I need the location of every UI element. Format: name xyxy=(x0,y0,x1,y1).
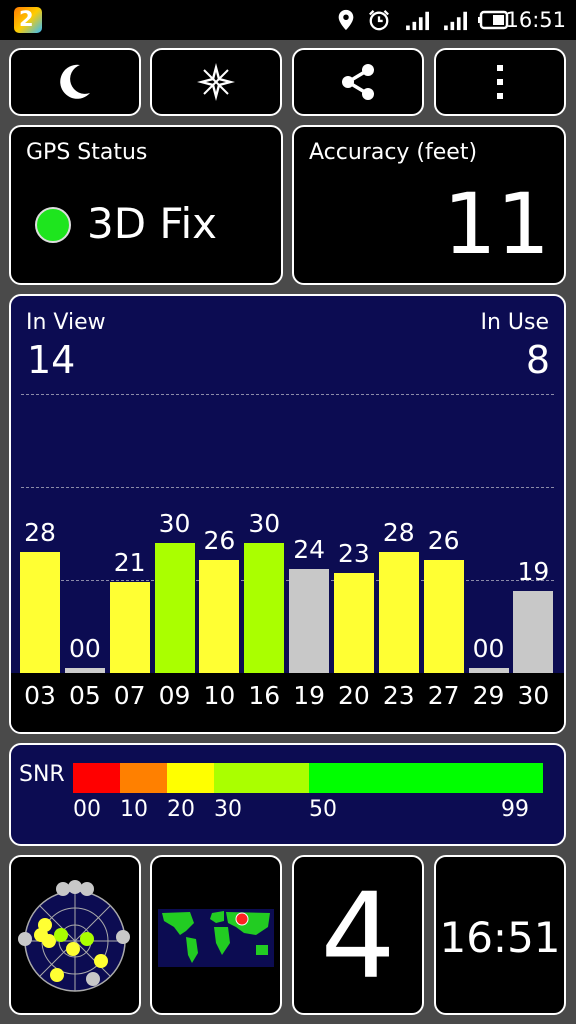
chart-x-axis: 03 05 07 09 10 16 19 20 23 27 29 30 xyxy=(11,673,564,732)
snr-bar-27 xyxy=(423,560,464,673)
snr-segment xyxy=(120,763,167,793)
snr-tick-label: 50 xyxy=(309,797,337,822)
compass-star-icon xyxy=(197,63,235,101)
snr-bar-value: 21 xyxy=(113,548,146,578)
grid-line xyxy=(21,580,554,581)
snr-bar-value: 00 xyxy=(472,634,505,663)
satellite-chart-panel: In View 14 In Use 8 28 00 21 30 26 30 24 23 28 26… xyxy=(9,294,566,734)
snr-bar-value: 26 xyxy=(427,526,460,556)
snr-bar-16 xyxy=(244,543,285,673)
world-map-button[interactable] xyxy=(150,855,282,1015)
app-badge-icon: 2 xyxy=(14,7,42,33)
snr-ticks: 00 10 20 30 50 99 xyxy=(73,797,543,827)
snr-bar-value: 26 xyxy=(203,526,236,556)
accuracy-value: 11 xyxy=(443,175,550,273)
snr-bar-value: 28 xyxy=(24,517,56,547)
satellite-prn-label: 19 xyxy=(293,681,325,710)
snr-segment xyxy=(309,763,543,793)
snr-tick-label: 99 xyxy=(501,797,529,822)
chart-plot: 28 00 21 30 26 30 24 23 28 26 00 19 xyxy=(11,296,564,673)
snr-color-scale xyxy=(73,763,543,793)
satellite-count: 4 xyxy=(320,867,396,1005)
snr-tick-label: 30 xyxy=(214,797,242,822)
snr-bar-23 xyxy=(378,551,419,673)
clock-panel: 16:51 xyxy=(434,855,566,1015)
satellite-prn-label: 29 xyxy=(472,681,505,710)
snr-bar-07 xyxy=(109,582,150,673)
grid-line xyxy=(21,487,554,488)
satellite-prn-label: 23 xyxy=(382,681,415,710)
location-pin-icon xyxy=(338,9,354,31)
satellite-prn-label: 03 xyxy=(24,681,56,710)
gps-status-title: GPS Status xyxy=(26,140,148,165)
satellite-prn-label: 10 xyxy=(203,681,236,710)
snr-panel: SNR 00 10 20 30 50 99 xyxy=(9,743,566,846)
accuracy-panel: Accuracy (feet) 11 xyxy=(292,125,566,285)
more-vertical-icon xyxy=(497,65,503,99)
satellite-count-panel: 4 xyxy=(292,855,424,1015)
snr-bar-10 xyxy=(199,560,240,673)
compass-button[interactable] xyxy=(150,48,282,116)
share-button[interactable] xyxy=(292,48,424,116)
sky-plot-icon xyxy=(18,880,130,992)
snr-bar-value: 23 xyxy=(338,539,370,569)
app-badge-label: 2 xyxy=(19,7,34,31)
status-bar: 2 16:51 xyxy=(0,0,576,40)
satellite-prn-label: 27 xyxy=(427,681,460,710)
clock-time: 16:51 xyxy=(439,913,561,962)
sky-view-button[interactable] xyxy=(9,855,141,1015)
snr-tick-label: 10 xyxy=(120,797,148,822)
snr-tick-label: 20 xyxy=(167,797,195,822)
satellite-prn-label: 30 xyxy=(517,681,550,710)
satellite-prn-label: 16 xyxy=(248,681,281,710)
status-time: 16:51 xyxy=(505,8,566,32)
fix-indicator xyxy=(35,207,71,243)
grid-line xyxy=(21,394,554,395)
snr-bar-value: 30 xyxy=(158,509,191,539)
world-map-icon xyxy=(158,909,274,967)
gps-status-panel: GPS Status 3D Fix xyxy=(9,125,283,285)
snr-bar-value: 28 xyxy=(382,517,415,547)
snr-bar-value: 00 xyxy=(68,634,101,663)
night-mode-button[interactable] xyxy=(9,48,141,116)
menu-button[interactable] xyxy=(434,48,566,116)
signal-1-icon xyxy=(406,11,429,31)
snr-label: SNR xyxy=(19,762,65,787)
accuracy-title: Accuracy (feet) xyxy=(309,140,478,165)
moon-icon xyxy=(60,64,90,99)
snr-bar-19 xyxy=(289,569,330,673)
gps-fix-value: 3D Fix xyxy=(87,199,218,248)
snr-bar-03 xyxy=(20,551,60,673)
snr-bar-value: 24 xyxy=(293,535,325,565)
snr-bar-30 xyxy=(513,590,554,673)
snr-segment xyxy=(214,763,309,793)
satellite-prn-label: 05 xyxy=(68,681,101,710)
snr-tick-label: 00 xyxy=(73,797,101,822)
satellite-prn-label: 09 xyxy=(158,681,191,710)
satellite-prn-label: 20 xyxy=(338,681,370,710)
snr-segment xyxy=(167,763,214,793)
signal-2-icon xyxy=(444,11,467,31)
snr-bar-value: 30 xyxy=(248,509,281,539)
snr-bar-09 xyxy=(154,543,195,673)
satellite-prn-label: 07 xyxy=(113,681,146,710)
snr-bar-20 xyxy=(333,573,374,673)
snr-segment xyxy=(73,763,120,793)
alarm-clock-icon xyxy=(369,10,389,31)
snr-bar-value: 19 xyxy=(517,556,550,586)
share-icon xyxy=(342,64,374,100)
